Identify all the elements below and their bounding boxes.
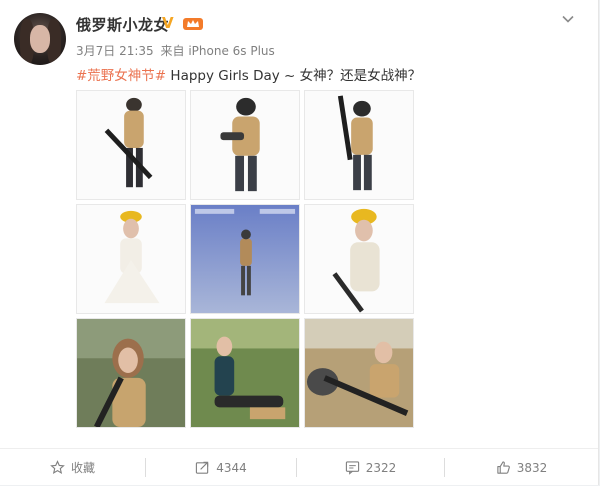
- post-image-8[interactable]: [190, 318, 300, 428]
- comment-button[interactable]: 2322: [297, 449, 444, 486]
- vip-crown-icon[interactable]: [182, 15, 204, 31]
- image-grid: [76, 90, 414, 428]
- favorite-label: 收藏: [70, 461, 95, 475]
- hashtag-link[interactable]: #荒野女神节#: [76, 68, 166, 84]
- post-body: Happy Girls Day ~ 女神？还是女战神？: [166, 68, 422, 84]
- favorite-button[interactable]: 收藏: [0, 449, 145, 486]
- post-image-7[interactable]: [76, 318, 186, 428]
- chevron-down-icon[interactable]: [561, 12, 575, 26]
- verified-icon[interactable]: V: [162, 14, 174, 32]
- repost-icon: [196, 461, 209, 474]
- repost-count: 4344: [216, 460, 247, 475]
- post-image-5[interactable]: [190, 204, 300, 314]
- thumbs-up-icon: [497, 461, 510, 474]
- post-image-2[interactable]: [190, 90, 300, 200]
- repost-button[interactable]: 4344: [146, 449, 296, 486]
- post-date[interactable]: 3月7日 21:35: [76, 44, 154, 58]
- user-name[interactable]: 俄罗斯小龙女: [76, 14, 169, 35]
- comment-count: 2322: [365, 460, 397, 475]
- like-button[interactable]: 3832: [445, 449, 598, 486]
- post-image-3[interactable]: [304, 90, 414, 200]
- post-image-6[interactable]: [304, 204, 414, 314]
- star-icon: [50, 460, 65, 474]
- post-image-1[interactable]: [76, 90, 186, 200]
- comment-icon: [345, 461, 359, 475]
- post-text: #荒野女神节# Happy Girls Day ~ 女神？还是女战神？: [76, 64, 421, 84]
- avatar[interactable]: [14, 13, 66, 65]
- post-source: 来自 iPhone 6s Plus: [160, 44, 275, 58]
- like-count: 3832: [516, 460, 548, 475]
- post-meta: 3月7日 21:35 来自 iPhone 6s Plus: [76, 42, 275, 59]
- post-image-4[interactable]: [76, 204, 186, 314]
- weibo-post-card: 俄罗斯小龙女 V 3月7日 21:35 来自 iPhone 6s Plus #荒…: [0, 0, 599, 485]
- post-image-9[interactable]: [304, 318, 414, 428]
- action-bar: 收藏 4344 2322 3832: [0, 448, 598, 486]
